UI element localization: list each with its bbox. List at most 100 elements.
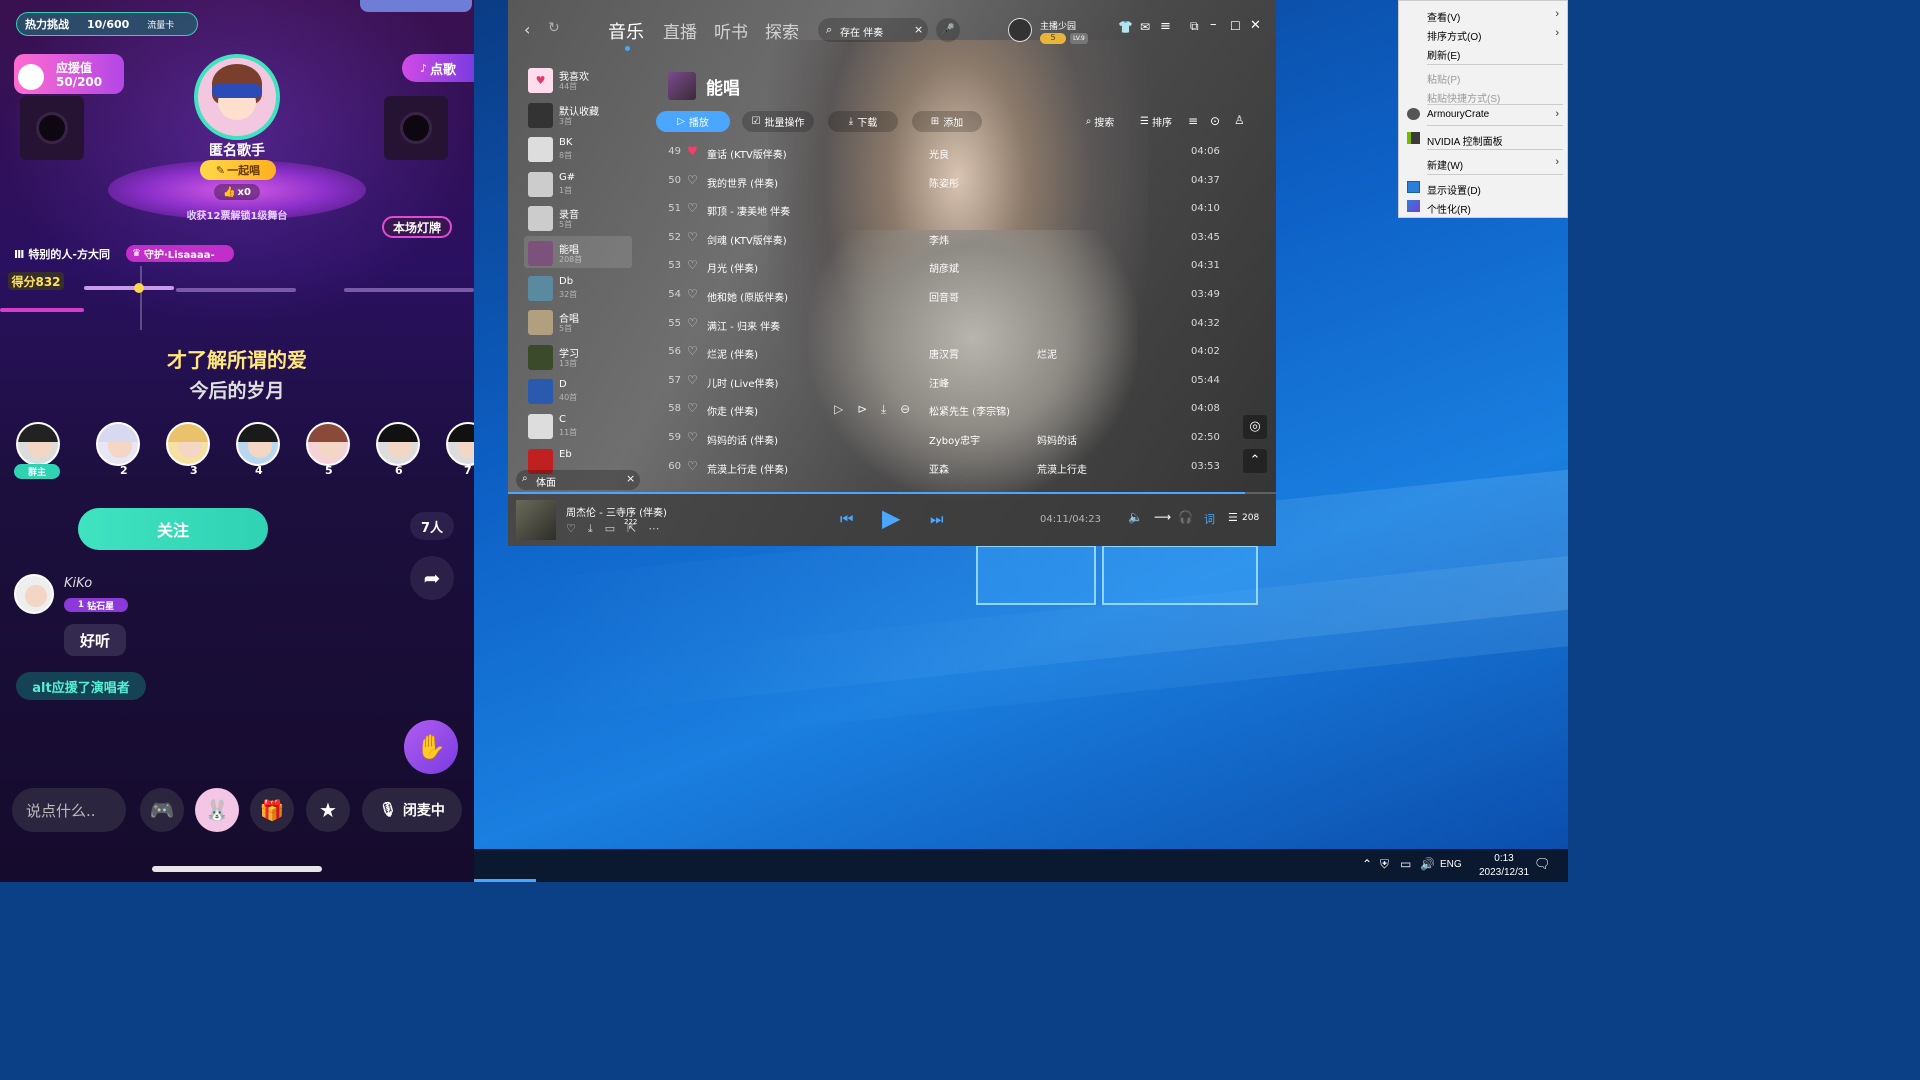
- comment-user-avatar[interactable]: [14, 574, 54, 614]
- song-row[interactable]: 59 妈妈的话 (伴奏) Zyboy忠宇 妈妈的话 02:50 ♡: [661, 424, 1271, 452]
- batch-button[interactable]: ☑ 批量操作: [742, 111, 814, 132]
- clock[interactable]: 0:13 2023/12/31: [1474, 852, 1534, 880]
- search-clear-icon[interactable]: ×: [914, 23, 923, 36]
- song-row[interactable]: 53 月光 (伴奏) 胡彦斌 04:31 ♡: [661, 252, 1271, 280]
- close-icon[interactable]: ✕: [1250, 18, 1261, 33]
- volume-icon[interactable]: 🔈: [1128, 510, 1143, 524]
- sidebar-item-3[interactable]: G# 1首: [528, 168, 628, 202]
- singer-avatar[interactable]: [194, 54, 280, 140]
- seat-avatar-6[interactable]: [376, 422, 420, 466]
- sidebar-item-8[interactable]: 学习 13首: [528, 341, 628, 375]
- seat-avatar-3[interactable]: [166, 422, 210, 466]
- mic-toggle-button[interactable]: 🎙 闭麦中: [362, 788, 462, 832]
- user-filter-icon[interactable]: ♙: [1234, 113, 1245, 127]
- menu-item-display-settings[interactable]: 显示设置(D): [1399, 178, 1567, 197]
- heart-icon[interactable]: ♡: [687, 373, 698, 387]
- song-title[interactable]: 郭顶 - 凄美地 伴奏: [707, 203, 790, 218]
- song-album[interactable]: 妈妈的话: [1037, 432, 1077, 447]
- song-title[interactable]: 他和她 (原版伴奏): [707, 289, 788, 304]
- download-button[interactable]: ⤓ 下载: [828, 111, 898, 132]
- menu-item-paste[interactable]: 粘贴(P): [1399, 67, 1567, 86]
- download-small-icon[interactable]: ⤓: [588, 522, 593, 536]
- heart-icon[interactable]: ♡: [687, 316, 698, 330]
- queue-count[interactable]: 208: [1242, 513, 1259, 523]
- song-row[interactable]: 55 满江 - 归来 伴奏 04:32 ♡: [661, 310, 1271, 338]
- sidebar-search[interactable]: ⌕ 体面 ×: [516, 470, 640, 490]
- skin-icon[interactable]: 👕: [1118, 20, 1133, 34]
- heart-icon[interactable]: ♥: [687, 144, 698, 158]
- people-count-badge[interactable]: 7人: [410, 512, 454, 540]
- security-tray-icon[interactable]: ⛨: [1380, 857, 1389, 872]
- sidebar-item-9[interactable]: D 40首: [528, 375, 628, 409]
- song-title[interactable]: 你走 (伴奏): [707, 403, 758, 418]
- song-title[interactable]: 我的世界 (伴奏): [707, 175, 778, 190]
- menu-item-nvidia[interactable]: NVIDIA 控制面板: [1399, 129, 1567, 148]
- list-search-button[interactable]: ⌕ 搜索: [1078, 111, 1122, 132]
- light-card-button[interactable]: 本场灯牌: [382, 216, 452, 238]
- song-title[interactable]: 妈妈的话 (伴奏): [707, 432, 778, 447]
- row-play-icon[interactable]: ▷: [834, 402, 843, 416]
- menu-icon[interactable]: ≡: [1160, 19, 1171, 34]
- support-value-card[interactable]: 应援值 50/200: [14, 54, 124, 94]
- song-title[interactable]: 月光 (伴奏): [707, 260, 758, 275]
- mail-icon[interactable]: ✉: [1140, 20, 1150, 34]
- sidebar-item-7[interactable]: 合唱 5首: [528, 306, 628, 340]
- game-button[interactable]: 🎮: [140, 788, 184, 832]
- locate-current-button[interactable]: ◎: [1243, 415, 1267, 439]
- chat-input[interactable]: 说点什么..: [12, 788, 126, 832]
- row-add-icon[interactable]: ⊳: [857, 402, 867, 416]
- song-artist[interactable]: 亚森: [929, 461, 949, 476]
- song-artist[interactable]: 松紧先生 (李宗锦): [929, 403, 1010, 418]
- user-avatar[interactable]: [1008, 18, 1032, 42]
- language-indicator[interactable]: ENG: [1440, 859, 1462, 870]
- heart-icon[interactable]: ♡: [687, 173, 698, 187]
- song-artist[interactable]: 李炜: [929, 232, 949, 247]
- like-icon[interactable]: ♡: [566, 522, 576, 536]
- network-icon[interactable]: ▭: [1400, 857, 1411, 871]
- back-icon[interactable]: ‹: [524, 20, 530, 39]
- song-row[interactable]: 58 你走 (伴奏) 松紧先生 (李宗锦) 04:08 ♡: [661, 395, 1271, 423]
- queue-icon[interactable]: ☰: [1228, 511, 1238, 524]
- notification-icon[interactable]: 🗨: [1534, 856, 1551, 872]
- sort-button[interactable]: ☰ 排序: [1134, 111, 1178, 132]
- heart-icon[interactable]: ♡: [687, 401, 698, 415]
- song-title[interactable]: 童话 (KTV版伴奏): [707, 146, 787, 161]
- minimize-icon[interactable]: –: [1210, 17, 1217, 32]
- song-title[interactable]: 满江 - 归来 伴奏: [707, 318, 780, 333]
- menu-item-sort[interactable]: 排序方式(O) ›: [1399, 24, 1567, 43]
- song-artist[interactable]: 胡彦斌: [929, 260, 959, 275]
- now-playing-cover[interactable]: [516, 500, 556, 540]
- sing-together-button[interactable]: ✎ 一起唱: [200, 160, 276, 180]
- song-artist[interactable]: 回音哥: [929, 289, 959, 304]
- lyrics-button[interactable]: 词: [1204, 511, 1215, 527]
- menu-item-personalize[interactable]: 个性化(R): [1399, 197, 1567, 216]
- heart-icon[interactable]: ♡: [687, 459, 698, 473]
- song-artist[interactable]: 陈姿彤: [929, 175, 959, 190]
- menu-item-view[interactable]: 查看(V) ›: [1399, 5, 1567, 24]
- menu-item-paste-shortcut[interactable]: 粘贴快捷方式(S): [1399, 86, 1567, 105]
- song-row[interactable]: 54 他和她 (原版伴奏) 回音哥 03:49 ♡: [661, 281, 1271, 309]
- request-song-button[interactable]: ♪ 点歌: [402, 54, 474, 82]
- seat-avatar-7[interactable]: [446, 422, 474, 466]
- list-view-icon[interactable]: ≡: [1188, 114, 1198, 128]
- player-progress-track[interactable]: [508, 492, 1276, 494]
- play-pause-icon[interactable]: ▶: [882, 504, 900, 532]
- follow-button[interactable]: 关注: [78, 508, 268, 550]
- seat-avatar-1[interactable]: [16, 422, 60, 466]
- search-box[interactable]: ⌕ 存在 伴奏 ×: [818, 18, 928, 42]
- song-row[interactable]: 50 我的世界 (伴奏) 陈姿彤 04:37 ♡: [661, 167, 1271, 195]
- menu-item-new[interactable]: 新建(W) ›: [1399, 153, 1567, 172]
- add-button[interactable]: ⊞ 添加: [912, 111, 982, 132]
- heart-icon[interactable]: ♡: [687, 201, 698, 215]
- song-artist[interactable]: Zyboy忠宇: [929, 432, 980, 447]
- show-hidden-icons-icon[interactable]: ⌃: [1362, 857, 1372, 871]
- maximize-icon[interactable]: ☐: [1230, 19, 1241, 33]
- song-artist[interactable]: 光良: [929, 146, 949, 161]
- next-icon[interactable]: ⏭: [930, 510, 944, 528]
- volume-tray-icon[interactable]: 🔊: [1420, 857, 1435, 871]
- row-download-icon[interactable]: ⤓: [881, 402, 886, 416]
- effects-button[interactable]: ★: [306, 788, 350, 832]
- mini-mode-icon[interactable]: ⧉: [1190, 19, 1199, 34]
- comment-username[interactable]: KiKo: [64, 576, 92, 591]
- row-more-icon[interactable]: ⊖: [900, 402, 910, 416]
